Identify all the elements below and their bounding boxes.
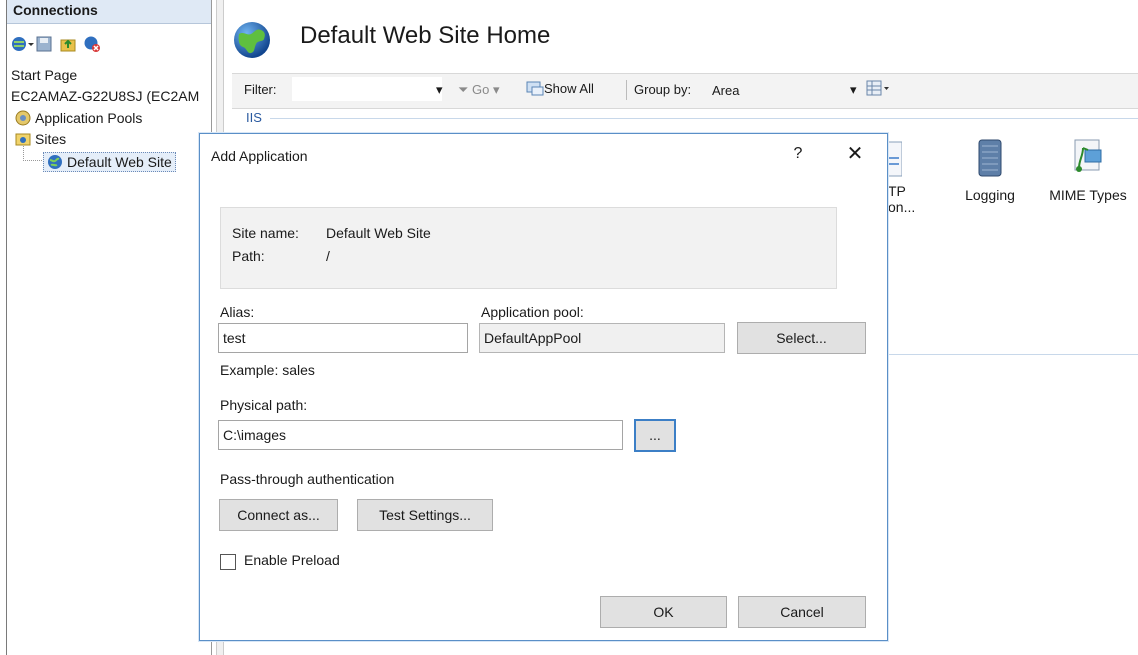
go-button[interactable]: ⏷ Go ▾ [458, 82, 500, 98]
content-divider [876, 354, 1138, 355]
mime-types-icon [1071, 139, 1105, 181]
path-value: / [326, 248, 330, 264]
pass-through-auth-label: Pass-through authentication [220, 471, 395, 487]
enable-preload-label: Enable Preload [244, 552, 340, 568]
tree-item-application-pools[interactable]: Application Pools [15, 109, 142, 127]
site-info-panel: Site name: Default Web Site Path: / [220, 207, 837, 289]
http-feature-icon [885, 141, 903, 181]
show-all-label: Show All [544, 81, 594, 96]
page-title: Default Web Site Home [300, 22, 551, 49]
dialog-title: Add Application [211, 148, 308, 164]
save-icon[interactable] [35, 35, 53, 53]
feature-label: MIME Types [1049, 187, 1127, 203]
alias-example-text: Example: sales [220, 362, 315, 378]
section-divider [270, 118, 1138, 119]
show-all-button[interactable]: Show All [526, 80, 594, 99]
toolbar-separator [626, 80, 627, 100]
alias-input[interactable]: test [218, 323, 468, 353]
section-iis-label: IIS [246, 110, 262, 125]
go-dropdown-icon: ▾ [493, 82, 500, 97]
show-all-icon [526, 80, 544, 99]
browse-path-button[interactable]: ... [634, 419, 676, 452]
group-by-dropdown-icon[interactable]: ▾ [850, 82, 857, 98]
tree-item-default-web-site[interactable]: Default Web Site [43, 152, 176, 172]
close-button[interactable]: ✕ [842, 142, 868, 168]
feature-logging-item[interactable]: Logging [950, 138, 1030, 203]
help-button[interactable]: ? [788, 142, 808, 166]
tree-item-start-page[interactable]: Start Page [11, 66, 77, 84]
alias-label: Alias: [220, 304, 255, 320]
connections-pane: Connections Start Page EC2AMAZ-G22U8SJ (… [6, 0, 212, 655]
physical-path-input[interactable]: C:\images [218, 420, 623, 450]
test-settings-button[interactable]: Test Settings... [357, 499, 493, 531]
globe-icon [47, 154, 63, 170]
site-name-label: Site name: [232, 225, 299, 241]
group-by-select[interactable]: Area [712, 83, 862, 98]
filter-label: Filter: [244, 82, 277, 97]
feature-label: TP [888, 183, 906, 199]
logging-icon [975, 139, 1005, 181]
select-app-pool-button[interactable]: Select... [737, 322, 866, 354]
connections-header: Connections [7, 0, 211, 24]
up-folder-icon[interactable] [59, 35, 77, 53]
application-pools-icon [15, 110, 31, 126]
tree-item-label: Sites [35, 131, 67, 147]
go-label: Go [472, 82, 490, 97]
funnel-icon: ⏷ [458, 82, 469, 97]
group-by-value: Area [712, 83, 740, 98]
ok-button[interactable]: OK [600, 596, 727, 628]
feature-label: Logging [965, 187, 1015, 203]
tree-item-label: Default Web Site [67, 154, 172, 170]
application-pool-field: DefaultAppPool [479, 323, 725, 353]
path-label: Path: [232, 248, 265, 264]
filter-input[interactable] [292, 77, 442, 101]
add-application-dialog: Add Application ? ✕ Site name: Default W… [199, 133, 888, 641]
physical-path-label: Physical path: [220, 397, 308, 413]
group-by-label: Group by: [634, 82, 692, 97]
view-toggle-button[interactable] [866, 80, 890, 99]
connect-as-button[interactable]: Connect as... [219, 499, 338, 531]
feature-http-item[interactable]: TP on... [885, 138, 922, 215]
site-name-value: Default Web Site [326, 225, 431, 241]
sites-folder-icon [15, 131, 31, 147]
cancel-button[interactable]: Cancel [738, 596, 866, 628]
application-pool-label: Application pool: [481, 304, 584, 320]
tree-item-label: Application Pools [35, 110, 143, 126]
feature-mime-types-item[interactable]: MIME Types [1040, 138, 1136, 203]
connections-toolbar [11, 34, 101, 54]
site-globe-icon [232, 20, 272, 60]
tree-connector [23, 146, 42, 161]
connect-globe-icon[interactable] [11, 35, 34, 53]
view-grid-icon [866, 80, 890, 99]
close-icon: ✕ [846, 143, 864, 165]
feature-label-line2: on... [888, 199, 916, 215]
tree-item-server[interactable]: EC2AMAZ-G22U8SJ (EC2AM [11, 87, 209, 105]
disconnect-icon[interactable] [83, 35, 101, 53]
filter-dropdown-arrow-icon[interactable]: ▾ [436, 82, 443, 98]
enable-preload-checkbox[interactable] [220, 554, 236, 570]
